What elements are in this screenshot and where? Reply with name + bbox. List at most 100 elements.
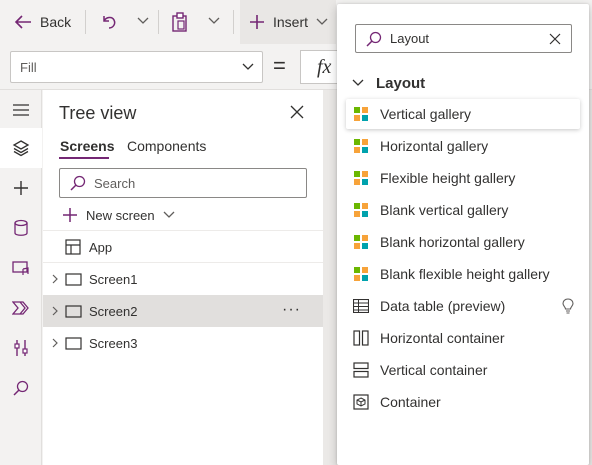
close-tree-view-button[interactable] (290, 105, 304, 119)
back-label: Back (40, 14, 72, 30)
insert-item-label: Data table (preview) (380, 298, 506, 314)
insert-item-label: Flexible height gallery (380, 170, 516, 186)
gallery-icon (352, 201, 370, 219)
tree-item-label: App (89, 239, 113, 255)
hamburger-icon (13, 104, 29, 116)
search-icon (366, 31, 382, 47)
chevron-down-icon (208, 17, 220, 24)
tools-icon (14, 340, 28, 356)
media-icon (12, 261, 29, 275)
back-button[interactable]: Back (14, 0, 71, 44)
tab-components[interactable]: Components (127, 138, 206, 154)
insert-item-vertical-container[interactable]: Vertical container (346, 355, 580, 385)
insert-item-data-table[interactable]: Data table (preview) (346, 291, 580, 321)
gallery-icon (352, 105, 370, 123)
insert-item-label: Horizontal container (380, 330, 505, 346)
gallery-icon (352, 137, 370, 155)
tree-view-title: Tree view (59, 103, 137, 123)
media-rail-button[interactable] (0, 248, 42, 288)
layers-icon (12, 140, 30, 157)
tree-view-rail-button[interactable] (0, 128, 42, 168)
insert-rail-button[interactable] (0, 168, 42, 208)
screen-icon (65, 273, 82, 286)
app-icon (65, 239, 81, 255)
plus-icon (63, 208, 77, 222)
insert-item-label: Blank horizontal gallery (380, 234, 525, 250)
chevron-down-icon (163, 211, 175, 218)
close-icon (290, 105, 304, 119)
toolbar-divider (233, 10, 234, 34)
equals-sign: = (273, 53, 286, 78)
power-automate-rail-button[interactable] (0, 288, 42, 328)
insert-search-input[interactable]: Layout (355, 24, 572, 53)
chevron-down-icon (352, 79, 364, 86)
new-screen-label: New screen (86, 207, 155, 223)
left-rail (0, 90, 42, 465)
insert-item-label: Blank vertical gallery (380, 202, 509, 218)
insert-item-horizontal-gallery[interactable]: Horizontal gallery (346, 131, 580, 161)
tree-item-screen3[interactable]: Screen3 (43, 327, 323, 359)
undo-button[interactable] (100, 13, 118, 31)
paste-dropdown-button[interactable] (208, 16, 220, 26)
vertical-container-icon (352, 361, 370, 379)
property-dropdown[interactable]: Fill (10, 51, 263, 83)
insert-button[interactable]: Insert (240, 0, 336, 44)
insert-item-vertical-gallery[interactable]: Vertical gallery (346, 99, 580, 129)
tree-item-label: Screen2 (89, 303, 138, 319)
paste-button[interactable] (171, 12, 189, 32)
data-rail-button[interactable] (0, 208, 42, 248)
paste-icon (172, 12, 187, 32)
active-tab-indicator (59, 157, 109, 159)
search-icon (13, 380, 29, 396)
tree-item-screen2[interactable]: Screen2 ··· (43, 295, 323, 327)
tree-search-input[interactable]: Search (59, 168, 307, 198)
chevron-down-icon (316, 18, 328, 25)
new-screen-button[interactable]: New screen (62, 205, 175, 225)
chevron-right-icon[interactable] (51, 338, 59, 348)
tree-item-label: Screen3 (89, 335, 138, 351)
search-rail-button[interactable] (0, 368, 42, 408)
chevron-right-icon[interactable] (51, 274, 59, 284)
chevron-down-icon (242, 63, 254, 70)
insert-item-container[interactable]: Container (346, 387, 580, 417)
table-icon (352, 297, 370, 315)
gallery-icon (352, 233, 370, 251)
insert-item-label: Container (380, 394, 441, 410)
insert-item-blank-vertical-gallery[interactable]: Blank vertical gallery (346, 195, 580, 225)
horizontal-container-icon (352, 329, 370, 347)
clear-search-button[interactable] (549, 33, 561, 45)
chevron-right-icon[interactable] (51, 306, 59, 316)
lightbulb-icon[interactable] (562, 298, 574, 314)
tree-item-label: Screen1 (89, 271, 138, 287)
category-layout-header[interactable]: Layout (352, 72, 425, 94)
gallery-icon (352, 265, 370, 283)
chevron-down-icon (137, 17, 149, 24)
insert-item-label: Blank flexible height gallery (380, 266, 550, 282)
more-options-button[interactable]: ··· (282, 301, 301, 319)
container-icon (352, 393, 370, 411)
insert-label: Insert (273, 14, 309, 30)
close-icon (549, 33, 561, 45)
insert-item-label: Vertical gallery (380, 106, 472, 122)
gallery-icon (352, 169, 370, 187)
insert-item-blank-horizontal-gallery[interactable]: Blank horizontal gallery (346, 227, 580, 257)
plus-icon (250, 15, 264, 29)
tree-search-placeholder: Search (94, 175, 136, 191)
insert-item-blank-flexible-height-gallery[interactable]: Blank flexible height gallery (346, 259, 580, 289)
hamburger-button[interactable] (0, 90, 42, 130)
tab-screens[interactable]: Screens (60, 138, 114, 154)
advanced-tools-rail-button[interactable] (0, 328, 42, 368)
insert-item-horizontal-container[interactable]: Horizontal container (346, 323, 580, 353)
screen-icon (65, 305, 82, 318)
insert-search-value: Layout (390, 31, 430, 46)
search-icon (70, 175, 86, 191)
tree-item-app[interactable]: App (43, 231, 323, 263)
back-arrow-icon (14, 15, 31, 29)
tree-item-screen1[interactable]: Screen1 (43, 263, 323, 295)
plus-icon (14, 181, 28, 195)
toolbar-divider (85, 10, 86, 34)
property-value: Fill (20, 59, 37, 75)
undo-dropdown-button[interactable] (137, 16, 149, 26)
insert-item-flexible-height-gallery[interactable]: Flexible height gallery (346, 163, 580, 193)
screen-icon (65, 337, 82, 350)
